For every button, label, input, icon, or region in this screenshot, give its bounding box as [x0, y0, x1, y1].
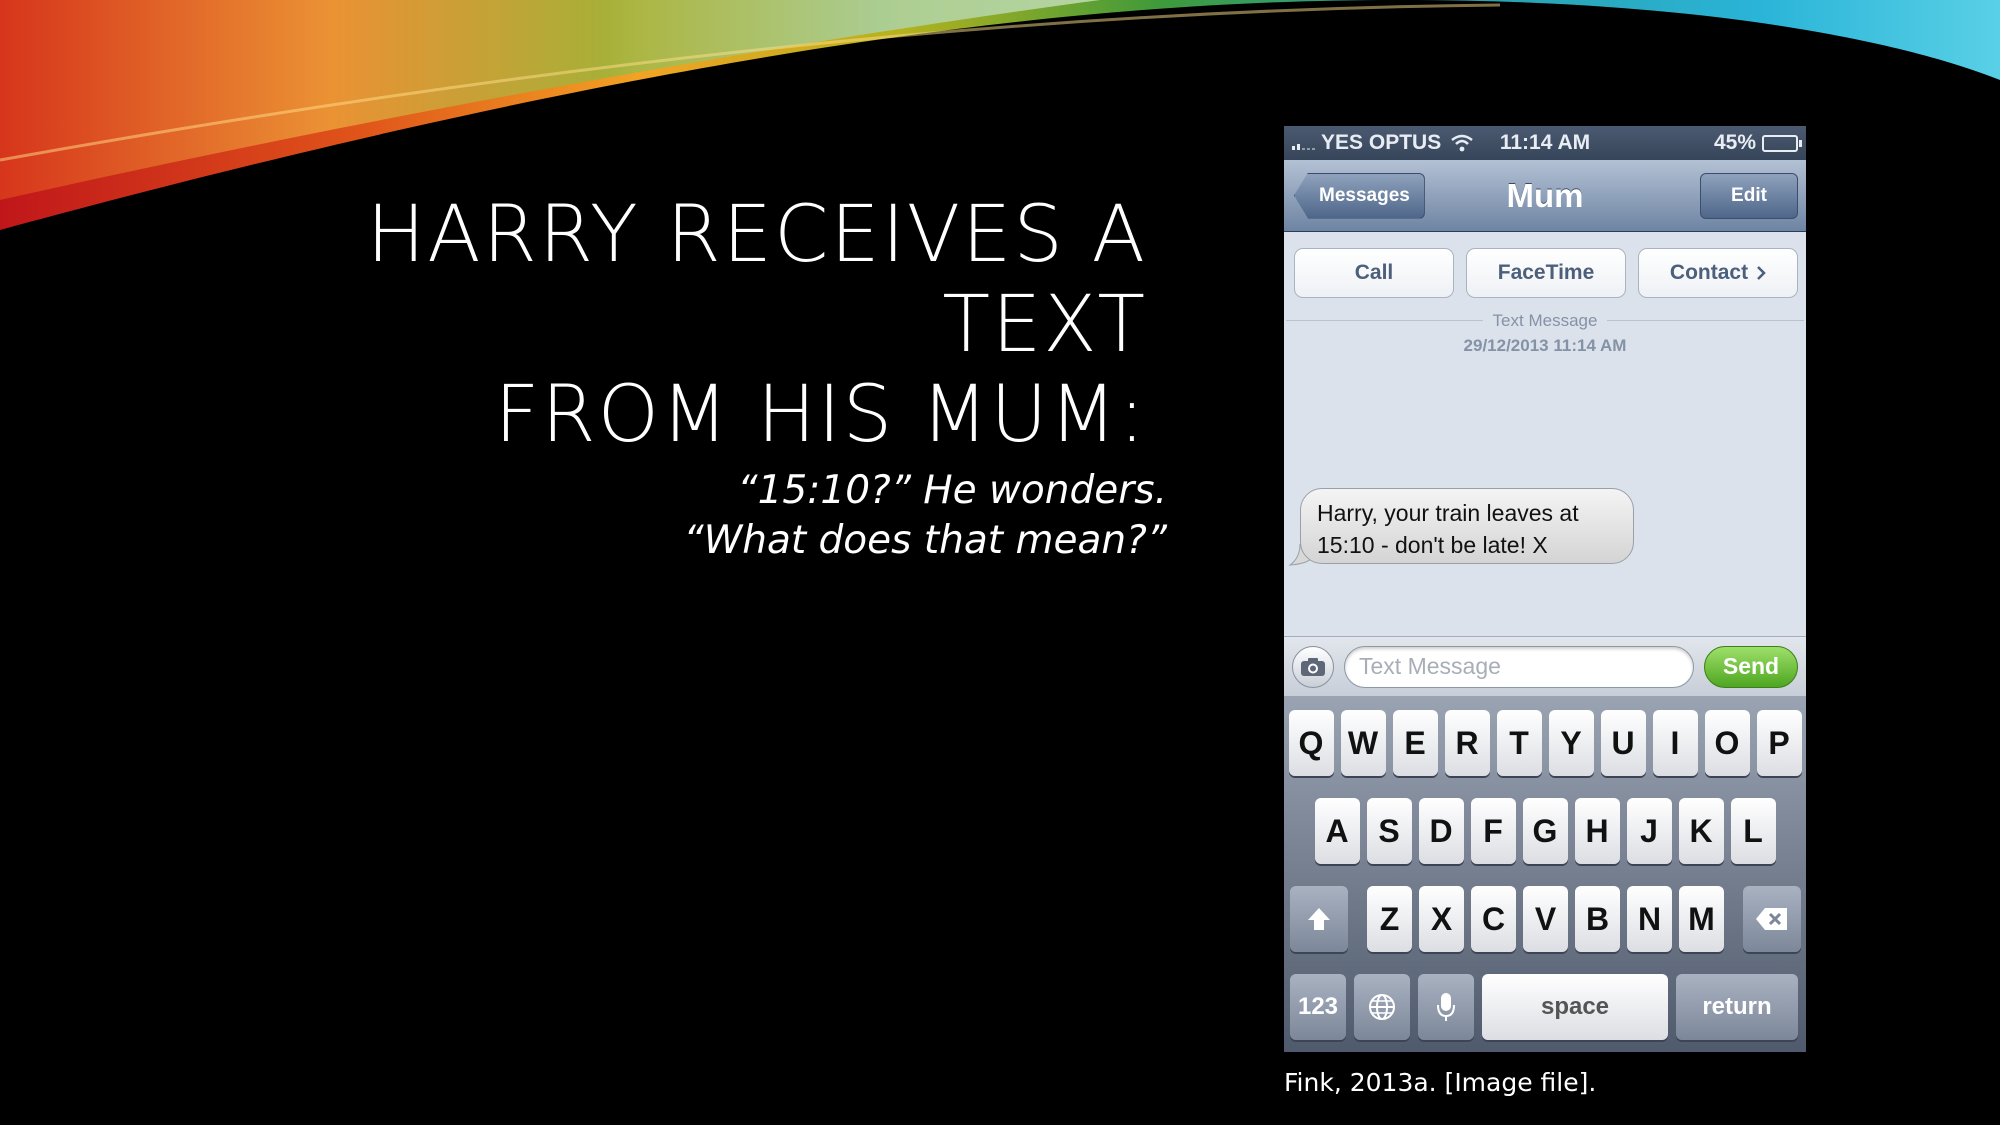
key-z[interactable]: Z	[1367, 886, 1412, 952]
key-x[interactable]: X	[1419, 886, 1464, 952]
key-i[interactable]: I	[1652, 710, 1698, 776]
nav-bar: Messages Mum Edit	[1284, 160, 1806, 232]
microphone-key[interactable]	[1418, 974, 1474, 1040]
key-j[interactable]: J	[1626, 798, 1672, 864]
carrier-name: YES OPTUS	[1321, 131, 1442, 154]
key-o[interactable]: O	[1704, 710, 1750, 776]
microphone-icon	[1437, 993, 1455, 1021]
return-key[interactable]: return	[1676, 974, 1798, 1040]
quote-line-1: “15:10?” He wonders.	[737, 468, 1167, 513]
key-y[interactable]: Y	[1548, 710, 1594, 776]
wifi-icon	[1451, 134, 1473, 152]
key-m[interactable]: M	[1679, 886, 1724, 952]
contact-button[interactable]: Contact	[1638, 248, 1798, 298]
shift-key[interactable]	[1290, 886, 1348, 952]
slide-title: HARRY RECEIVES A TEXT FROM HIS MUM:	[147, 190, 1147, 460]
slide-quote: “15:10?” He wonders. “What does that mea…	[367, 466, 1167, 566]
key-g[interactable]: G	[1522, 798, 1568, 864]
key-b[interactable]: B	[1575, 886, 1620, 952]
space-key[interactable]: space	[1482, 974, 1668, 1040]
key-n[interactable]: N	[1627, 886, 1672, 952]
status-bar: YES OPTUS 11:14 AM 45%	[1284, 126, 1806, 160]
contact-actions: Call FaceTime Contact	[1284, 232, 1806, 308]
keyboard-row-4: 123 space return	[1284, 974, 1806, 1040]
facetime-button[interactable]: FaceTime	[1466, 248, 1626, 298]
edit-button[interactable]: Edit	[1700, 172, 1798, 219]
signal-icon	[1292, 136, 1315, 150]
battery-icon	[1762, 134, 1802, 152]
key-e[interactable]: E	[1392, 710, 1438, 776]
key-d[interactable]: D	[1418, 798, 1464, 864]
key-a[interactable]: A	[1314, 798, 1360, 864]
send-button[interactable]: Send	[1704, 645, 1798, 688]
key-v[interactable]: V	[1523, 886, 1568, 952]
numbers-key[interactable]: 123	[1290, 974, 1346, 1040]
quote-line-2: “What does that mean?”	[683, 518, 1167, 563]
battery-status: 45%	[1713, 131, 1802, 155]
camera-button[interactable]	[1292, 645, 1334, 688]
phone-screenshot: YES OPTUS 11:14 AM 45% Messages Mum Edit…	[1284, 126, 1806, 1052]
key-t[interactable]: T	[1496, 710, 1542, 776]
key-s[interactable]: S	[1366, 798, 1412, 864]
contact-label: Contact	[1669, 261, 1749, 284]
facetime-label: FaceTime	[1497, 261, 1595, 284]
keyboard-row-2: ASDFGHJKL	[1284, 798, 1806, 864]
meta-label: Text Message	[1482, 308, 1608, 333]
key-l[interactable]: L	[1730, 798, 1776, 864]
image-caption: Fink, 2013a. [Image file].	[1284, 1068, 1597, 1097]
key-p[interactable]: P	[1756, 710, 1802, 776]
key-h[interactable]: H	[1574, 798, 1620, 864]
meta-date: 29/12/2013 11:14 AM	[1463, 336, 1627, 355]
message-bubble[interactable]: Harry, your train leaves at 15:10 - don'…	[1300, 488, 1634, 564]
messages-back-button[interactable]: Messages	[1294, 172, 1425, 219]
key-k[interactable]: K	[1678, 798, 1724, 864]
message-line-1: Harry, your train leaves at	[1317, 500, 1579, 526]
globe-key[interactable]	[1354, 974, 1410, 1040]
key-r[interactable]: R	[1444, 710, 1490, 776]
message-input[interactable]	[1344, 645, 1694, 688]
globe-icon	[1369, 994, 1395, 1020]
key-c[interactable]: C	[1471, 886, 1516, 952]
shift-arrow-icon	[1308, 908, 1330, 930]
compose-bar: Send	[1284, 636, 1806, 696]
key-w[interactable]: W	[1340, 710, 1386, 776]
call-label: Call	[1354, 261, 1394, 284]
slide-title-line-1: HARRY RECEIVES A TEXT	[366, 190, 1147, 370]
call-button[interactable]: Call	[1294, 248, 1454, 298]
delete-icon	[1756, 908, 1787, 930]
camera-icon	[1301, 657, 1325, 676]
keyboard-row-3: ZXCVBNM	[1284, 886, 1806, 952]
chevron-right-icon	[1757, 266, 1766, 280]
message-meta: Text Message 29/12/2013 11:14 AM	[1284, 308, 1806, 358]
keyboard: QWERTYUIOP ASDFGHJKL ZXCVBNM 123 space r…	[1284, 696, 1806, 1052]
key-f[interactable]: F	[1470, 798, 1516, 864]
key-q[interactable]: Q	[1288, 710, 1334, 776]
keyboard-row-1: QWERTYUIOP	[1284, 710, 1806, 776]
key-u[interactable]: U	[1600, 710, 1646, 776]
message-line-2: 15:10 - don't be late! X	[1317, 532, 1548, 558]
delete-key[interactable]	[1743, 886, 1801, 952]
slide-title-line-2: FROM HIS MUM:	[494, 370, 1147, 460]
battery-percent: 45%	[1713, 131, 1756, 154]
